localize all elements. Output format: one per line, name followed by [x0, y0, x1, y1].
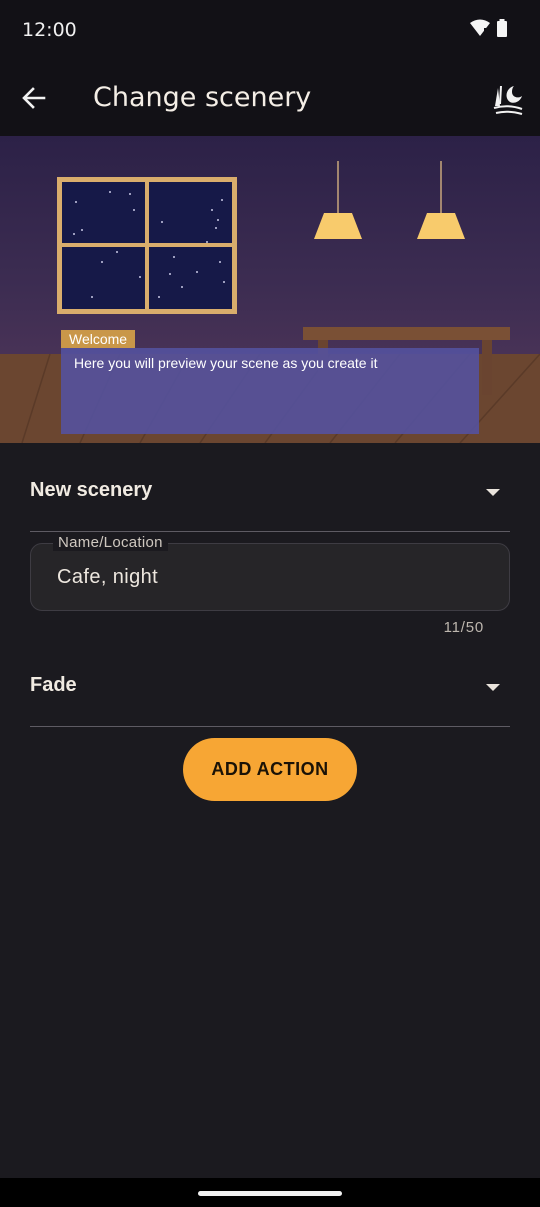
scenery-dropdown[interactable]: New scenery [30, 444, 510, 532]
home-gesture-handle[interactable] [198, 1191, 342, 1196]
night-window [57, 177, 237, 314]
dropdown-arrow-icon [486, 489, 500, 496]
ceiling-lamps [314, 161, 465, 239]
dropdown-arrow-icon [486, 684, 500, 691]
arrow-back-icon [22, 87, 46, 109]
app-bar: Change scenery [0, 60, 540, 136]
status-time: 12:00 [22, 19, 77, 41]
scenery-dropdown-value: New scenery [30, 479, 153, 501]
name-location-label: Name/Location [53, 535, 168, 551]
name-location-field[interactable]: Name/Location Cafe, night [30, 535, 510, 611]
moon-icon [177, 194, 200, 226]
name-location-input[interactable]: Cafe, night [57, 566, 158, 589]
status-icons [470, 19, 508, 37]
cafe-table [303, 327, 510, 340]
scene-preview: Welcome Here you will preview your scene… [0, 136, 540, 443]
page-title: Change scenery [93, 82, 312, 113]
transition-dropdown[interactable]: Fade [30, 639, 510, 727]
app-logo-icon [493, 85, 523, 115]
back-button[interactable] [18, 82, 50, 114]
wifi-icon [470, 19, 490, 36]
transition-dropdown-value: Fade [30, 674, 77, 696]
battery-icon [497, 19, 507, 37]
dialog-text: Here you will preview your scene as you … [74, 355, 378, 371]
dialog-speaker-tag: Welcome [61, 330, 136, 348]
character-counter: 11/50 [443, 619, 484, 636]
table-leg [482, 340, 492, 395]
app-logo-button[interactable] [492, 82, 524, 116]
navigation-bar [0, 1178, 540, 1207]
status-bar: 12:00 [0, 0, 540, 60]
add-action-button[interactable]: ADD ACTION [183, 738, 357, 801]
dialog-box: Here you will preview your scene as you … [61, 348, 479, 434]
